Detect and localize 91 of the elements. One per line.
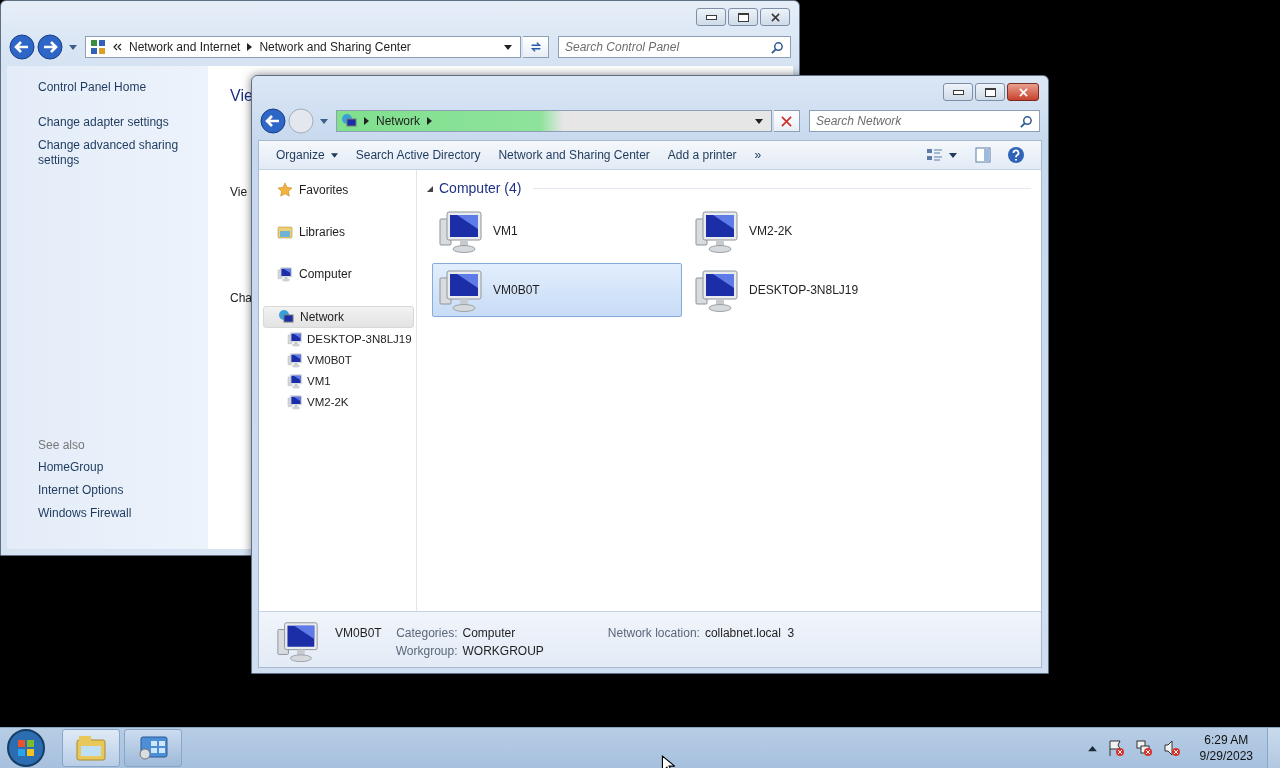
toolbar-button[interactable]: Network and Sharing Center [489,144,659,166]
computer-icon [287,330,303,347]
group-heading[interactable]: Computer (4) [439,180,522,196]
nav-item[interactable]: Network [263,306,414,328]
pane-icon [975,147,991,163]
breadcrumb-arrow-icon[interactable] [247,43,253,51]
search-icon[interactable] [771,40,784,54]
close-icon [1018,87,1028,97]
history-dropdown-icon[interactable] [320,118,328,124]
stop-icon [781,115,792,127]
nav-item[interactable]: VM1 [259,370,416,391]
toolbar-button[interactable]: Organize [267,144,347,166]
search-field[interactable]: Search Network [809,110,1040,132]
control-panel-home-link[interactable]: Control Panel Home [38,80,208,95]
toolbar-button[interactable]: Search Active Directory [346,144,490,166]
network-icon [341,113,357,129]
address-bar[interactable]: Network [336,110,772,132]
maximize-button[interactable] [975,83,1005,101]
speaker-icon[interactable] [1162,739,1181,757]
flag-icon[interactable] [1106,739,1125,757]
nav-item[interactable]: Favorites [263,180,414,200]
close-icon [770,12,780,22]
history-dropdown-icon[interactable] [69,44,77,50]
view-list-icon [925,148,959,162]
forward-button[interactable] [37,34,63,60]
breadcrumb-item[interactable]: Network [376,114,420,128]
minimize-button[interactable] [696,8,726,26]
back-button[interactable] [9,34,35,60]
section-text: Cha [230,291,252,305]
search-icon[interactable] [1020,114,1033,128]
start-button[interactable] [6,728,46,768]
close-button[interactable] [760,8,790,26]
see-also-link[interactable]: Windows Firewall [38,506,208,521]
search-field[interactable]: Search Control Panel [558,36,791,58]
back-button[interactable] [260,108,286,134]
refresh-button[interactable] [523,36,549,58]
nav-item[interactable]: VM0B0T [259,349,416,370]
breadcrumb-arrow-icon[interactable] [364,117,369,125]
task-link[interactable]: Change adapter settings [38,115,208,130]
nav-item[interactable]: Computer [263,264,414,284]
host-item[interactable]: VM0B0T [432,263,682,317]
search-placeholder: Search Network [816,114,902,128]
breadcrumb-item[interactable]: Network and Sharing Center [259,40,411,54]
toolbar-button[interactable]: Add a printer [658,144,746,166]
refresh-icon [528,40,543,54]
breadcrumb-item[interactable]: Network and Internet [129,40,241,54]
details-label: Categories: [395,626,458,640]
see-also-link[interactable]: HomeGroup [38,460,208,475]
host-item[interactable]: VM1 [432,204,682,258]
maximize-button[interactable] [728,8,758,26]
details-label: Network location: [607,626,700,640]
folder-icon [277,224,293,240]
address-bar[interactable]: Network and Internet Network and Sharing Center [85,36,521,58]
details-value: collabnet.local 3 [704,626,795,640]
network-icon [278,309,294,325]
control-panel-taskbar-button[interactable] [124,729,182,767]
breadcrumb-arrow-icon[interactable] [427,117,432,125]
overflow-chevron-icon[interactable] [113,43,122,51]
address-dropdown-icon[interactable] [755,118,763,124]
close-button[interactable] [1007,83,1039,101]
nav-item[interactable]: VM2-2K [259,391,416,412]
computer-icon [287,372,303,389]
host-item[interactable]: DESKTOP-3N8LJ19 [688,263,938,317]
show-hidden-icons-icon[interactable] [1087,744,1097,752]
details-name: VM0B0T [335,626,382,640]
nav-item[interactable]: DESKTOP-3N8LJ19 [259,328,416,349]
control-panel-icon [90,39,106,55]
computer-icon [277,266,293,282]
computer-icon [287,351,303,368]
nav-item[interactable]: Libraries [263,222,414,242]
section-text: Vie [230,185,248,199]
computer-icon [287,393,303,410]
folder-icon [75,734,107,762]
details-label: Workgroup: [395,644,458,658]
address-dropdown-icon[interactable] [504,44,512,50]
help-icon [1007,146,1025,164]
stop-button[interactable] [774,110,800,132]
host-item[interactable]: VM2-2K [688,204,938,258]
more-commands-button[interactable]: » [745,144,771,166]
see-also-link[interactable]: Internet Options [38,483,208,498]
collapse-icon[interactable] [426,184,433,192]
clock[interactable]: 6:29 AM 9/29/2023 [1199,732,1253,764]
star-icon [277,182,293,198]
minimize-button[interactable] [943,83,973,101]
details-value: WORKGROUP [462,644,544,658]
control-panel-icon [137,734,169,762]
network-status-icon[interactable] [1134,739,1153,757]
task-link[interactable]: Change advanced sharing settings [38,138,208,168]
search-placeholder: Search Control Panel [565,40,680,54]
details-value: Computer [462,626,517,640]
see-also-heading: See also [38,438,86,452]
